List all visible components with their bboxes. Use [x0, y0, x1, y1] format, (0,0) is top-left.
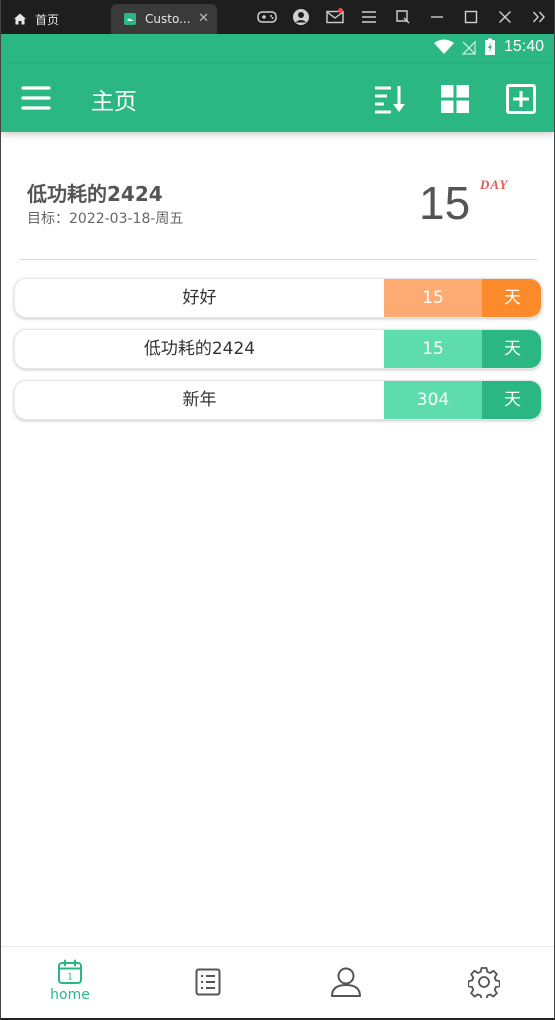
list-item[interactable]: 好好 15 天 [14, 278, 542, 318]
status-time: 15:40 [503, 38, 544, 55]
calendar-icon: 1 [58, 959, 82, 984]
status-icons: 15:40 [433, 38, 544, 56]
nav-home-label: home [50, 987, 90, 1003]
app-tab-icon [123, 12, 137, 26]
status-bar: 15:40 [1, 34, 554, 64]
list-icon [195, 968, 221, 996]
close-window-icon[interactable] [488, 0, 522, 34]
close-tab-icon[interactable]: ✕ [198, 11, 209, 26]
add-box-icon [506, 84, 536, 114]
expand-sidebar-icon[interactable] [522, 0, 554, 34]
list-item[interactable]: 低功耗的2424 15 天 [14, 329, 542, 369]
bottom-navigation: 1 home [1, 946, 554, 1018]
notification-dot [338, 8, 343, 13]
user-icon [331, 967, 361, 997]
nav-profile[interactable] [306, 959, 386, 1015]
add-button[interactable] [505, 83, 537, 115]
gamepad-icon[interactable] [250, 0, 284, 34]
app-frame: 首页 Custo... ✕ 15:40 主页 低功耗的2424 目标：2022-… [0, 0, 555, 1020]
no-signal-icon [461, 40, 476, 55]
featured-target-date: 目标：2022-03-18-周五 [27, 211, 184, 227]
sort-icon [375, 86, 405, 114]
emulator-app-tab[interactable]: Custo... ✕ [111, 4, 217, 34]
featured-day-count: 15 [419, 177, 471, 229]
nav-home[interactable]: 1 home [30, 959, 110, 1015]
list-item-unit: 天 [482, 279, 541, 317]
emulator-app-tab-label: Custo... [145, 12, 191, 26]
list-item-count: 15 [384, 330, 482, 368]
list-item-name: 好好 [182, 288, 217, 308]
maximize-icon[interactable] [454, 0, 488, 34]
countdown-list: 好好 15 天 低功耗的2424 15 天 新年 304 天 [14, 278, 542, 431]
list-item-unit: 天 [482, 330, 541, 368]
emulator-title-bar: 首页 Custo... ✕ [1, 0, 554, 34]
battery-charging-icon [484, 38, 495, 55]
wifi-icon [433, 39, 454, 54]
featured-day-unit: DAY [480, 177, 509, 192]
list-item-name: 低功耗的2424 [143, 339, 256, 359]
grid-view-button[interactable] [439, 83, 471, 115]
account-icon[interactable] [284, 0, 318, 34]
featured-title: 低功耗的2424 [27, 182, 163, 206]
app-bar: 主页 [1, 64, 554, 132]
svg-text:1: 1 [67, 973, 73, 983]
list-item-count: 15 [384, 279, 482, 317]
nav-list[interactable] [168, 959, 248, 1015]
screenshot-icon[interactable] [386, 0, 420, 34]
list-item-count: 304 [384, 381, 482, 419]
emulator-controls [250, 0, 554, 34]
mail-icon[interactable] [318, 0, 352, 34]
hamburger-menu-icon [21, 86, 51, 110]
grid-icon [441, 85, 469, 113]
menu-lines-icon[interactable] [352, 0, 386, 34]
list-item-unit: 天 [482, 381, 541, 419]
list-item[interactable]: 新年 304 天 [14, 380, 542, 420]
home-icon [13, 12, 27, 26]
list-item-name: 新年 [182, 390, 217, 410]
emulator-home-tab[interactable]: 首页 [13, 4, 108, 34]
sort-button[interactable] [373, 83, 405, 115]
nav-settings[interactable] [444, 959, 524, 1015]
gear-icon [468, 967, 500, 998]
emulator-home-tab-label: 首页 [35, 12, 60, 27]
minimize-icon[interactable] [420, 0, 454, 34]
featured-countdown[interactable]: 低功耗的2424 目标：2022-03-18-周五 15 DAY [19, 160, 537, 260]
menu-button[interactable] [21, 84, 51, 112]
page-title: 主页 [91, 89, 137, 115]
